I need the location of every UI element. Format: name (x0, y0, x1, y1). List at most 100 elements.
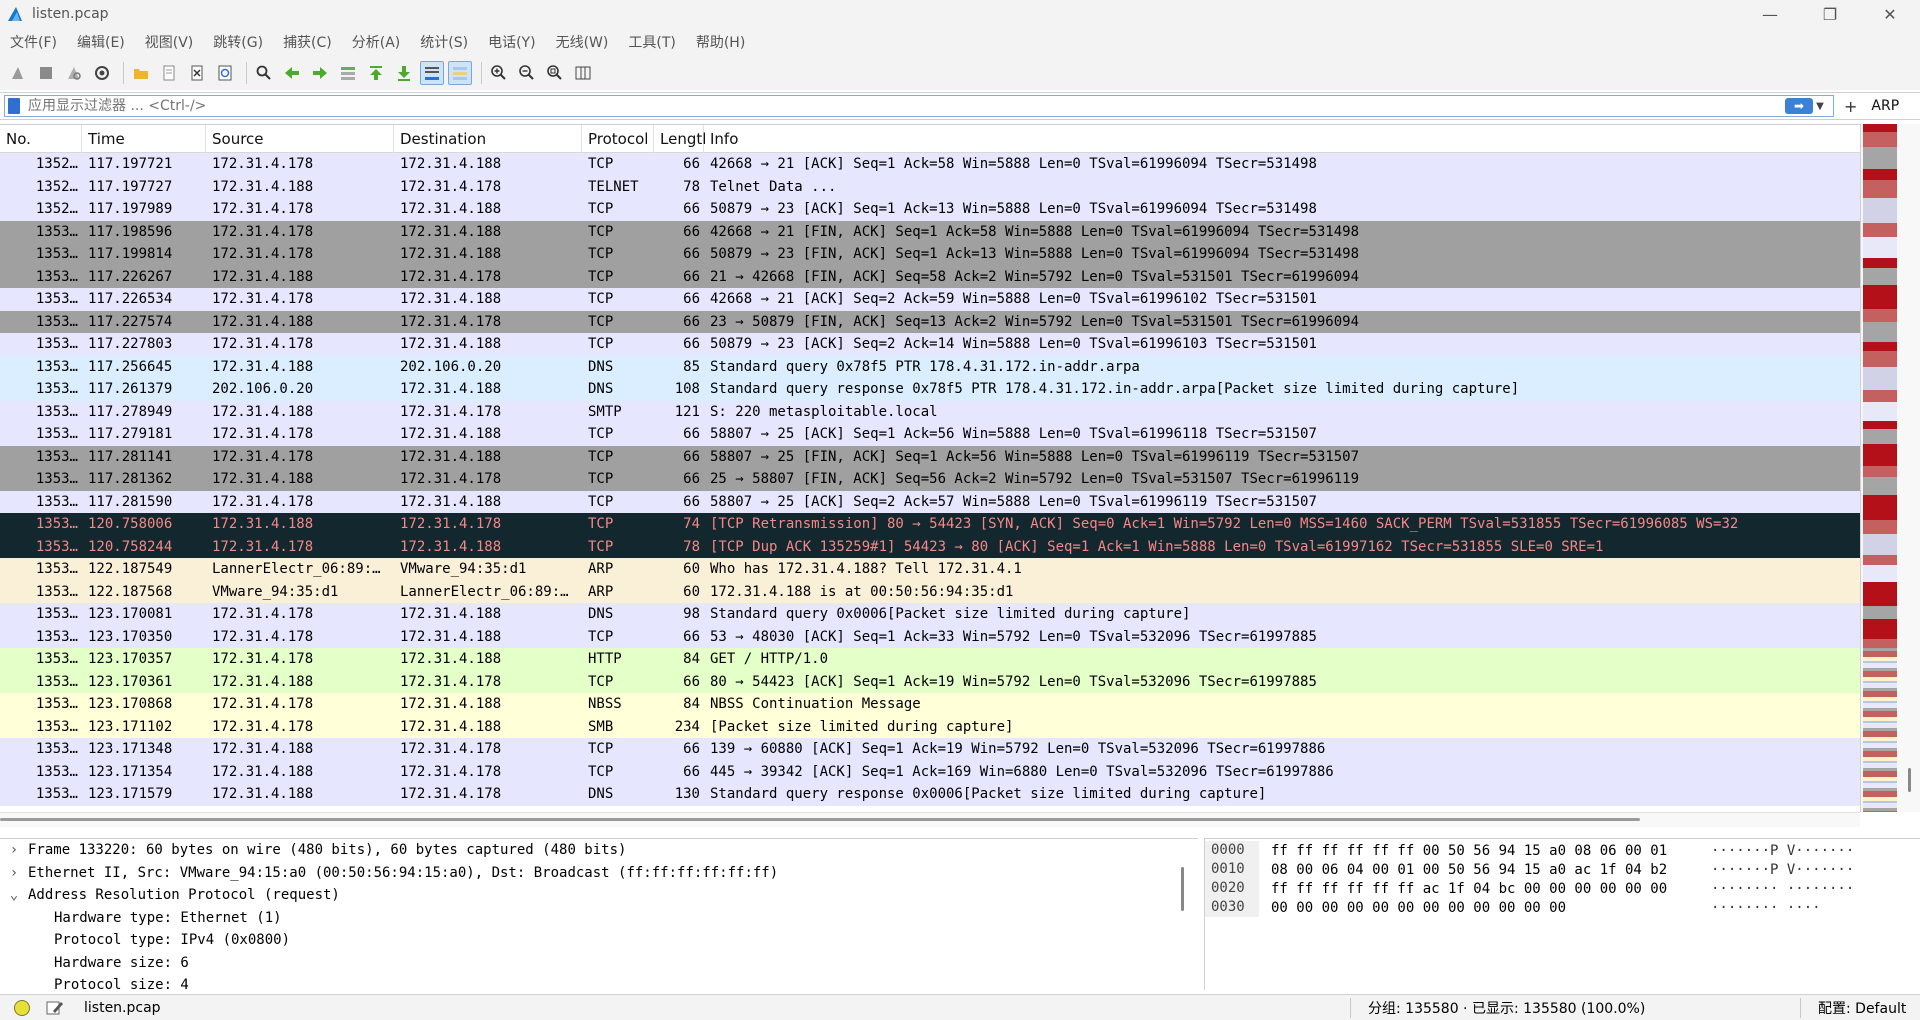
column-header-time[interactable]: Time (82, 125, 206, 153)
restore-button[interactable]: ❐ (1800, 0, 1860, 28)
menu-help[interactable]: 帮助(H) (686, 32, 755, 52)
bytes-row[interactable]: 0010 08 00 06 04 00 01 00 50 56 94 15 a0 … (1205, 860, 1920, 879)
bytes-row[interactable]: 0030 00 00 00 00 00 00 00 00 00 00 00 00 ·… (1205, 898, 1920, 917)
resize-columns-icon[interactable] (571, 61, 595, 85)
detail-tree-item[interactable]: ⌄ Address Resolution Protocol (request) (0, 884, 1198, 907)
packet-row[interactable]: 1353… 117.227574 172.31.4.188 172.31.4.178 T… (0, 310, 1860, 333)
packet-row[interactable]: 1352… 117.197989 172.31.4.178 172.31.4.188 T… (0, 198, 1860, 221)
autoscroll-icon[interactable] (420, 61, 444, 85)
packet-row[interactable]: 1353… 120.758244 172.31.4.178 172.31.4.188 T… (0, 535, 1860, 558)
detail-tree-item[interactable]: Hardware type: Ethernet (1) (0, 907, 1198, 930)
zoom-reset-icon[interactable] (543, 61, 567, 85)
go-back-icon[interactable] (280, 61, 304, 85)
menu-go[interactable]: 跳转(G) (203, 32, 273, 52)
capture-comment-icon[interactable] (46, 1000, 64, 1016)
packet-row[interactable]: 1353… 117.261379 202.106.0.20 172.31.4.188 D… (0, 378, 1860, 401)
packet-row[interactable]: 1353… 120.758006 172.31.4.188 172.31.4.178 T… (0, 513, 1860, 536)
packet-row[interactable]: 1352… 117.197727 172.31.4.188 172.31.4.178 T… (0, 175, 1860, 198)
packet-row[interactable]: 1353… 123.170361 172.31.4.188 172.31.4.178 T… (0, 670, 1860, 693)
bytes-row[interactable]: 0020 ff ff ff ff ff ff ac 1f 04 bc 00 00 … (1205, 879, 1920, 898)
packet-row[interactable]: 1353… 123.170350 172.31.4.178 172.31.4.188 T… (0, 625, 1860, 648)
packet-row[interactable]: 1353… 123.171102 172.31.4.178 172.31.4.188 S… (0, 715, 1860, 738)
packet-row[interactable]: 1353… 123.170357 172.31.4.178 172.31.4.188 H… (0, 648, 1860, 671)
display-filter-field[interactable]: ➡ ▼ (4, 95, 1834, 117)
chevron-down-icon[interactable]: ▼ (1813, 101, 1827, 112)
menu-telephony[interactable]: 电话(Y) (478, 32, 545, 52)
chevron-right-icon[interactable]: › (6, 865, 22, 881)
column-header-protocol[interactable]: Protocol (582, 125, 654, 153)
packet-minimap[interactable] (1860, 124, 1899, 817)
close-button[interactable]: ✕ (1860, 0, 1920, 28)
detail-tree-item[interactable]: Protocol type: IPv4 (0x0800) (0, 929, 1198, 952)
packet-row[interactable]: 1353… 122.187568 VMware_94:35:d1 LannerElec… (0, 580, 1860, 603)
packet-row[interactable]: 1353… 123.171354 172.31.4.188 172.31.4.178 T… (0, 760, 1860, 783)
menu-analyze[interactable]: 分析(A) (342, 32, 411, 52)
detail-tree-item[interactable]: › Frame 133220: 60 bytes on wire (480 bit… (0, 839, 1198, 862)
packet-row[interactable]: 1353… 117.281362 172.31.4.188 172.31.4.178 T… (0, 468, 1860, 491)
packet-row[interactable]: 1353… 122.187549 LannerElectr_06:89:… VMwar… (0, 558, 1860, 581)
go-forward-icon[interactable] (308, 61, 332, 85)
detail-tree-item[interactable]: Hardware size: 6 (0, 952, 1198, 975)
colorize-icon[interactable] (448, 61, 472, 85)
chevron-right-icon[interactable]: › (6, 842, 22, 858)
packet-row[interactable]: 1353… 117.199814 172.31.4.178 172.31.4.188 T… (0, 243, 1860, 266)
packet-list-vertical-scrollbar[interactable] (1898, 124, 1920, 812)
first-packet-icon[interactable] (364, 61, 388, 85)
vertical-scroll-thumb[interactable] (1908, 768, 1911, 792)
column-header-length[interactable]: Lengtl (654, 125, 706, 153)
reload-file-icon[interactable] (213, 61, 237, 85)
packet-row[interactable]: 1353… 117.226534 172.31.4.178 172.31.4.188 T… (0, 288, 1860, 311)
packet-row[interactable]: 1353… 123.170868 172.31.4.178 172.31.4.188 N… (0, 693, 1860, 716)
packet-row[interactable]: 1353… 117.281141 172.31.4.178 172.31.4.188 T… (0, 445, 1860, 468)
detail-tree-item[interactable]: Protocol size: 4 (0, 974, 1198, 991)
zoom-out-icon[interactable] (515, 61, 539, 85)
find-packet-icon[interactable] (252, 61, 276, 85)
restart-capture-icon[interactable] (62, 61, 86, 85)
packet-row[interactable]: 1353… 123.170081 172.31.4.178 172.31.4.188 D… (0, 603, 1860, 626)
packet-row[interactable]: 1353… 117.279181 172.31.4.178 172.31.4.188 T… (0, 423, 1860, 446)
column-header-destination[interactable]: Destination (394, 125, 582, 153)
packet-row[interactable]: 1353… 123.171348 172.31.4.188 172.31.4.178 T… (0, 738, 1860, 761)
column-header-no[interactable]: No. (0, 125, 82, 153)
packet-row[interactable]: 1352… 117.197721 172.31.4.178 172.31.4.188 T… (0, 153, 1860, 176)
menu-tools[interactable]: 工具(T) (618, 32, 685, 52)
column-header-info[interactable]: Info (704, 125, 1860, 153)
packet-row[interactable]: 1353… 117.281590 172.31.4.178 172.31.4.188 T… (0, 490, 1860, 513)
packet-row[interactable]: 1353… 117.226267 172.31.4.188 172.31.4.178 T… (0, 265, 1860, 288)
go-to-packet-icon[interactable] (336, 61, 360, 85)
stop-capture-icon[interactable] (34, 61, 58, 85)
expert-info-led-icon[interactable] (14, 999, 30, 1016)
arp-filter-button[interactable]: ARP (1871, 98, 1899, 114)
detail-tree-item[interactable]: › Ethernet II, Src: VMware_94:15:a0 (00:5… (0, 862, 1198, 885)
bytes-row[interactable]: 0000 ff ff ff ff ff ff 00 50 56 94 15 a0 … (1205, 841, 1920, 860)
chevron-down-icon[interactable]: ⌄ (6, 887, 22, 903)
display-filter-input[interactable] (26, 96, 1750, 116)
capture-options-icon[interactable] (90, 61, 114, 85)
packet-row[interactable]: 1353… 123.171579 172.31.4.188 172.31.4.178 D… (0, 783, 1860, 806)
horizontal-scroll-thumb[interactable] (0, 818, 1640, 821)
add-filter-icon[interactable]: + (1844, 97, 1857, 116)
packet-row[interactable]: 1353… 117.198596 172.31.4.178 172.31.4.188 T… (0, 220, 1860, 243)
status-profile[interactable]: 配置: Default (1818, 998, 1906, 1018)
zoom-in-icon[interactable] (487, 61, 511, 85)
open-file-icon[interactable] (129, 61, 153, 85)
details-scroll-thumb[interactable] (1181, 867, 1184, 911)
menu-capture[interactable]: 捕获(C) (273, 32, 342, 52)
column-header-source[interactable]: Source (206, 125, 394, 153)
close-file-icon[interactable] (185, 61, 209, 85)
menu-statistics[interactable]: 统计(S) (410, 32, 478, 52)
save-file-icon[interactable] (157, 61, 181, 85)
menu-edit[interactable]: 编辑(E) (67, 32, 135, 52)
packet-row[interactable]: 1353… 117.227803 172.31.4.178 172.31.4.188 T… (0, 333, 1860, 356)
packet-list-horizontal-scrollbar[interactable] (0, 812, 1860, 827)
packet-row[interactable]: 1353… 117.256645 172.31.4.188 202.106.0.20 D… (0, 355, 1860, 378)
apply-filter-icon[interactable]: ➡ (1785, 98, 1813, 114)
menu-view[interactable]: 视图(V) (135, 32, 204, 52)
last-packet-icon[interactable] (392, 61, 416, 85)
menu-file[interactable]: 文件(F) (0, 32, 67, 52)
minimize-button[interactable]: — (1740, 0, 1800, 28)
packet-row[interactable]: 1353… 117.278949 172.31.4.188 172.31.4.178 S… (0, 400, 1860, 423)
menu-wireless[interactable]: 无线(W) (546, 32, 619, 52)
start-capture-icon[interactable] (6, 61, 30, 85)
bookmark-icon[interactable] (8, 98, 20, 114)
